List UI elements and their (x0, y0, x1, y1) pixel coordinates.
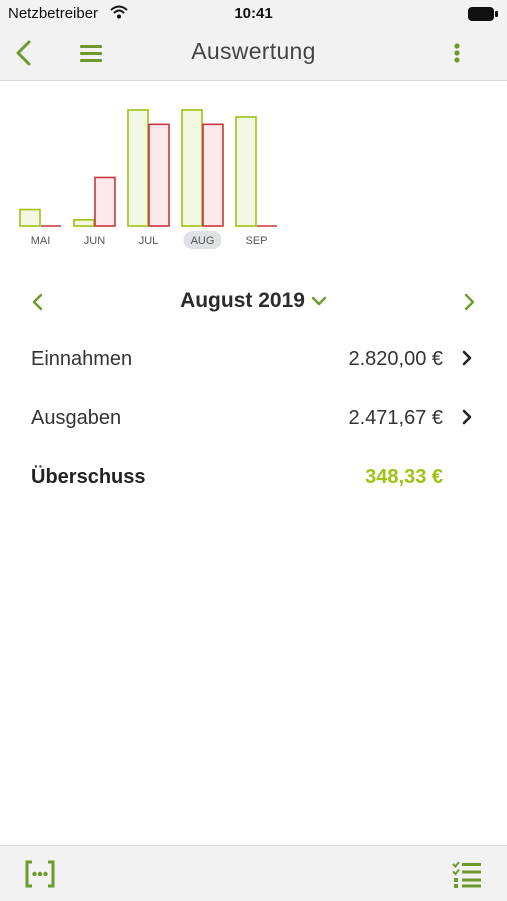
chart-bar[interactable] (148, 123, 170, 227)
navigation-bar: Auswertung (0, 28, 507, 81)
expenses-value: 2.471,67 € (348, 407, 443, 429)
scan-icon (25, 860, 55, 888)
chevron-right-icon (459, 407, 475, 427)
monthly-bar-chart[interactable]: MAI JUN JUL AUG SEP (0, 80, 507, 260)
scan-button[interactable] (24, 858, 56, 890)
income-value: 2.820,00 € (348, 348, 443, 370)
period-label: August 2019 (180, 289, 305, 312)
checklist-button[interactable] (451, 858, 483, 890)
month-tick-label[interactable]: JUN (84, 235, 105, 247)
status-time: 10:41 (234, 5, 273, 22)
period-dropdown[interactable]: August 2019 (0, 289, 507, 313)
chart-bar[interactable] (235, 116, 257, 227)
chevron-right-icon (459, 348, 475, 368)
chart-bar[interactable] (127, 109, 149, 227)
status-bar: Netzbetreiber 10:41 (0, 0, 507, 28)
month-tick-label[interactable]: MAI (31, 235, 51, 247)
checklist-icon (452, 861, 481, 888)
month-tick-label[interactable]: JUL (139, 235, 159, 247)
income-label: Einnahmen (31, 348, 133, 370)
surplus-row: Überschuss 348,33 € (0, 456, 507, 500)
next-period-button[interactable] (457, 290, 481, 314)
battery-icon (467, 6, 499, 27)
chart-bar[interactable] (19, 208, 41, 227)
expenses-label: Ausgaben (31, 407, 122, 429)
chevron-down-icon (311, 289, 327, 313)
chart-bar[interactable] (181, 109, 203, 227)
chart-bar[interactable] (202, 123, 224, 227)
surplus-label: Überschuss (31, 466, 146, 488)
chevron-right-icon (464, 293, 475, 311)
more-vertical-icon (454, 43, 460, 63)
chart-bar[interactable] (73, 219, 95, 227)
chart-bar[interactable] (94, 176, 116, 227)
income-row[interactable]: Einnahmen 2.820,00 € (0, 338, 507, 382)
month-tick-label[interactable]: AUG (191, 235, 215, 247)
surplus-value: 348,33 € (365, 466, 443, 488)
period-selector: August 2019 (0, 280, 507, 324)
more-button[interactable] (447, 40, 467, 68)
bottom-toolbar (0, 845, 507, 901)
month-tick-label[interactable]: SEP (245, 235, 267, 247)
expenses-row[interactable]: Ausgaben 2.471,67 € (0, 397, 507, 441)
page-title: Auswertung (191, 38, 316, 64)
